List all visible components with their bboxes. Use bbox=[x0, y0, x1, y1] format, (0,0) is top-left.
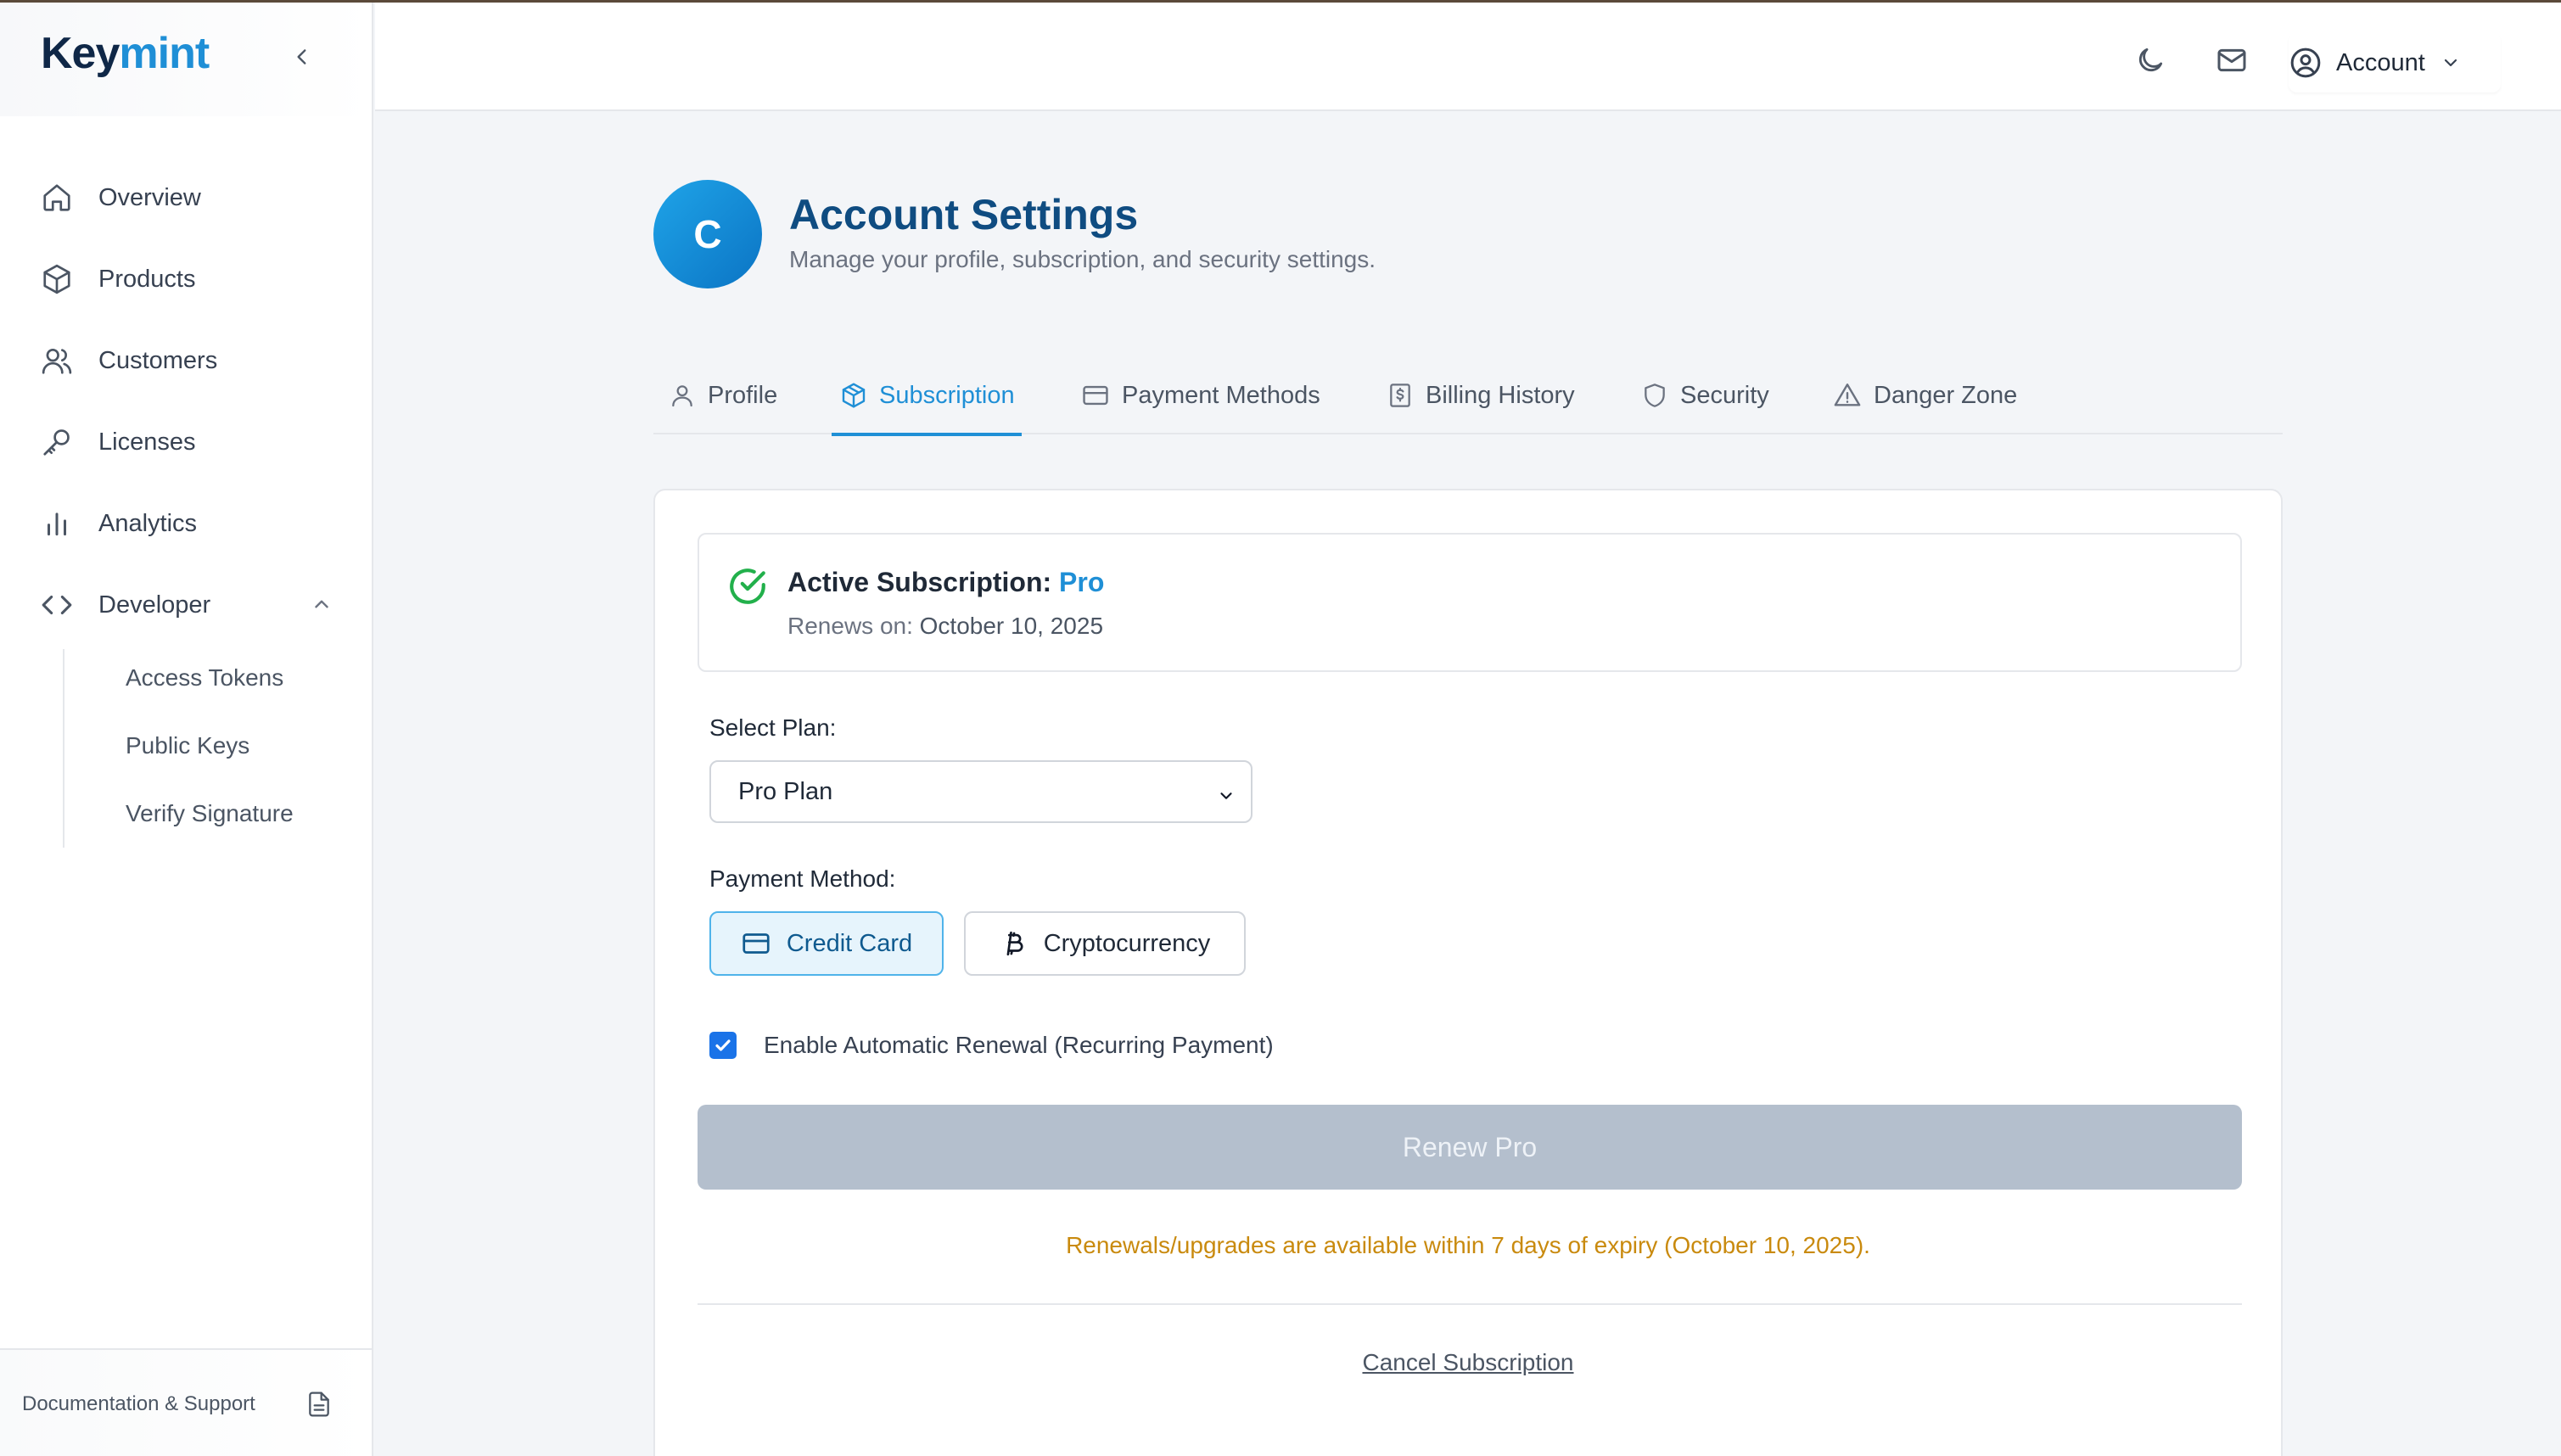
users-icon bbox=[20, 344, 98, 377]
sidebar-item-label: Licenses bbox=[98, 428, 196, 456]
user-circle-icon bbox=[2290, 48, 2321, 78]
sidebar-item-analytics[interactable]: Analytics bbox=[20, 491, 353, 556]
sidebar-subitem-access-tokens[interactable]: Access Tokens bbox=[126, 664, 283, 692]
receipt-icon bbox=[1387, 382, 1414, 409]
sidebar-item-licenses[interactable]: Licenses bbox=[20, 410, 353, 474]
status-prefix: Active Subscription: bbox=[787, 567, 1052, 597]
tab-label: Payment Methods bbox=[1122, 381, 1320, 409]
user-icon bbox=[669, 382, 696, 409]
tab-profile[interactable]: Profile bbox=[669, 356, 777, 434]
tab-label: Security bbox=[1680, 381, 1769, 409]
top-header: Account bbox=[375, 3, 2561, 111]
tab-subscription[interactable]: Subscription bbox=[832, 356, 1022, 436]
box-icon bbox=[20, 263, 98, 295]
account-label: Account bbox=[2336, 48, 2425, 76]
chevron-up-icon bbox=[311, 593, 333, 619]
avatar: C bbox=[653, 180, 762, 288]
credit-card-icon bbox=[741, 928, 771, 959]
sidebar: Keymint Overview Products Customers Lice… bbox=[0, 3, 373, 1456]
chevron-down-icon bbox=[1217, 784, 1236, 812]
sidebar-item-label: Customers bbox=[98, 346, 218, 374]
sidebar-subitem-verify-signature[interactable]: Verify Signature bbox=[126, 800, 294, 827]
sidebar-item-label: Products bbox=[98, 265, 196, 293]
auto-renew-label[interactable]: Enable Automatic Renewal (Recurring Paym… bbox=[764, 1032, 1274, 1059]
plan-select[interactable]: Pro Plan bbox=[709, 760, 1252, 823]
package-icon bbox=[840, 382, 867, 409]
renews-prefix: Renews on: bbox=[787, 613, 913, 639]
settings-tabs: Profile Subscription Payment Methods Bil… bbox=[653, 356, 2283, 436]
renewal-date-text: Renews on: October 10, 2025 bbox=[787, 613, 1103, 640]
divider bbox=[698, 1303, 2242, 1305]
current-plan-name: Pro bbox=[1059, 567, 1105, 597]
brand-bar: Keymint bbox=[0, 3, 372, 116]
credit-card-icon bbox=[1081, 381, 1110, 410]
payment-method-label: Payment Method: bbox=[709, 865, 896, 892]
mail-icon bbox=[2217, 48, 2246, 72]
moon-icon bbox=[2138, 48, 2163, 72]
renews-date: October 10, 2025 bbox=[919, 613, 1104, 639]
sidebar-item-overview[interactable]: Overview bbox=[20, 165, 353, 230]
page-subtitle: Manage your profile, subscription, and s… bbox=[789, 246, 1376, 272]
bar-chart-icon bbox=[20, 507, 98, 540]
check-circle-icon bbox=[726, 565, 769, 612]
warning-icon bbox=[1833, 381, 1862, 410]
select-plan-label: Select Plan: bbox=[709, 714, 837, 741]
cancel-subscription-link[interactable]: Cancel Subscription bbox=[655, 1349, 2281, 1376]
tab-billing-history[interactable]: Billing History bbox=[1387, 356, 1575, 434]
theme-toggle-button[interactable] bbox=[2132, 42, 2169, 79]
collapse-sidebar-button[interactable] bbox=[285, 40, 319, 74]
messages-button[interactable] bbox=[2213, 42, 2250, 79]
sidebar-item-products[interactable]: Products bbox=[20, 247, 353, 311]
code-icon bbox=[20, 589, 98, 621]
home-icon bbox=[20, 182, 98, 214]
shield-icon bbox=[1641, 382, 1668, 409]
auto-renew-checkbox[interactable] bbox=[709, 1032, 737, 1059]
tab-label: Profile bbox=[708, 381, 778, 409]
sidebar-item-customers[interactable]: Customers bbox=[20, 328, 353, 393]
chevron-left-icon bbox=[297, 49, 306, 64]
key-icon bbox=[20, 426, 98, 458]
tab-payment-methods[interactable]: Payment Methods bbox=[1081, 356, 1320, 434]
subscription-status-box: Active Subscription: Pro Renews on: Octo… bbox=[698, 533, 2242, 672]
page-title: Account Settings bbox=[789, 191, 1139, 238]
chevron-down-icon bbox=[2444, 59, 2457, 67]
documentation-support-link[interactable]: Documentation & Support bbox=[22, 1392, 255, 1416]
checkmark-icon bbox=[715, 1039, 731, 1051]
tab-danger-zone[interactable]: Danger Zone bbox=[1833, 356, 2017, 434]
renewal-window-notice: Renewals/upgrades are available within 7… bbox=[1066, 1232, 1870, 1258]
tab-label: Danger Zone bbox=[1874, 381, 2018, 409]
sidebar-footer: Documentation & Support bbox=[0, 1348, 372, 1456]
plan-select-value: Pro Plan bbox=[738, 777, 833, 805]
tab-label: Billing History bbox=[1426, 381, 1575, 409]
sidebar-item-label: Overview bbox=[98, 183, 201, 211]
payment-option-label: Credit Card bbox=[786, 929, 913, 957]
renew-button[interactable]: Renew Pro bbox=[698, 1105, 2242, 1190]
logo-prefix: Key bbox=[41, 29, 120, 78]
subscription-card: Active Subscription: Pro Renews on: Octo… bbox=[653, 489, 2283, 1456]
subnav-guide-line bbox=[63, 649, 64, 848]
sidebar-item-label: Analytics bbox=[98, 509, 198, 537]
payment-cryptocurrency-button[interactable]: Cryptocurrency bbox=[964, 911, 1246, 976]
payment-option-label: Cryptocurrency bbox=[1043, 929, 1211, 957]
document-icon[interactable] bbox=[305, 1391, 333, 1422]
bitcoin-icon bbox=[1000, 929, 1028, 958]
sidebar-item-developer[interactable]: Developer bbox=[20, 573, 353, 637]
payment-credit-card-button[interactable]: Credit Card bbox=[709, 911, 944, 976]
sidebar-subitem-public-keys[interactable]: Public Keys bbox=[126, 732, 249, 759]
account-menu-button[interactable]: Account bbox=[2289, 33, 2501, 92]
subscription-status-title: Active Subscription: Pro bbox=[787, 567, 1104, 598]
tab-label: Subscription bbox=[879, 381, 1015, 409]
logo-accent: mint bbox=[119, 29, 210, 78]
sidebar-item-label: Developer bbox=[98, 591, 211, 619]
keymint-logo[interactable]: Keymint bbox=[41, 28, 210, 79]
tab-security[interactable]: Security bbox=[1641, 356, 1769, 434]
